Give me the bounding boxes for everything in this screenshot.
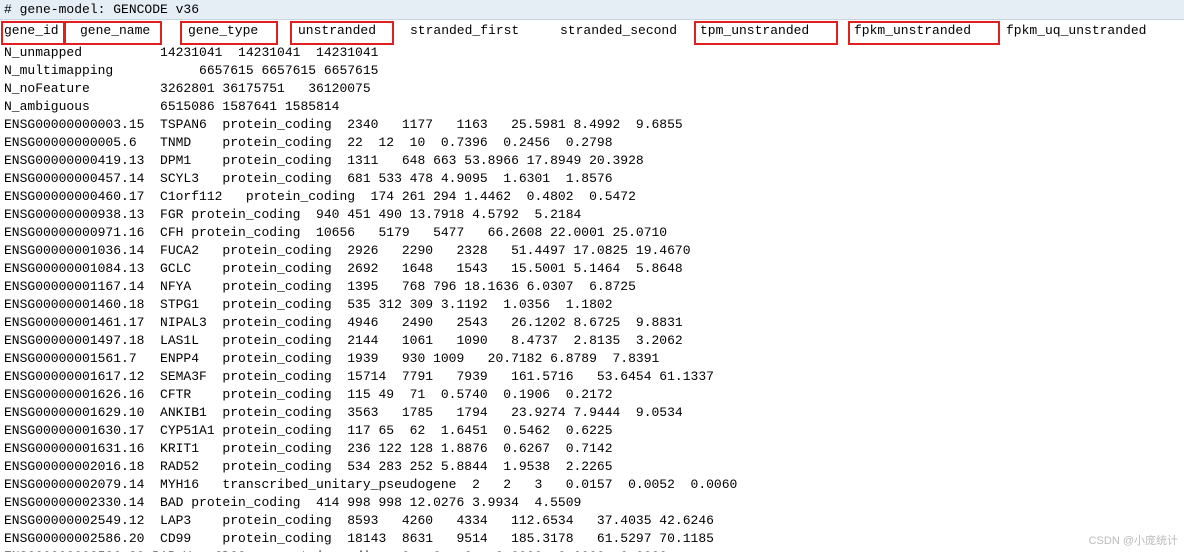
highlight-box-gene-type <box>180 21 278 45</box>
data-rows: N_unmapped 14231041 14231041 14231041 N_… <box>0 44 1184 552</box>
highlight-box-fpkm <box>848 21 1000 45</box>
model-header: # gene-model: GENCODE v36 <box>0 0 1184 20</box>
col-fpkm-uq-unstranded: fpkm_uq_unstranded <box>1006 23 1146 38</box>
highlight-box-gene-name <box>64 21 162 45</box>
highlight-box-tpm <box>694 21 838 45</box>
col-stranded-first: stranded_first <box>410 23 519 38</box>
highlight-box-gene-id <box>1 21 65 45</box>
highlight-box-unstranded <box>290 21 394 45</box>
col-stranded-second: stranded_second <box>560 23 677 38</box>
watermark: CSDN @小庞统计 <box>1089 532 1178 548</box>
column-header-row: gene_id gene_name gene_type unstranded s… <box>0 20 1184 44</box>
